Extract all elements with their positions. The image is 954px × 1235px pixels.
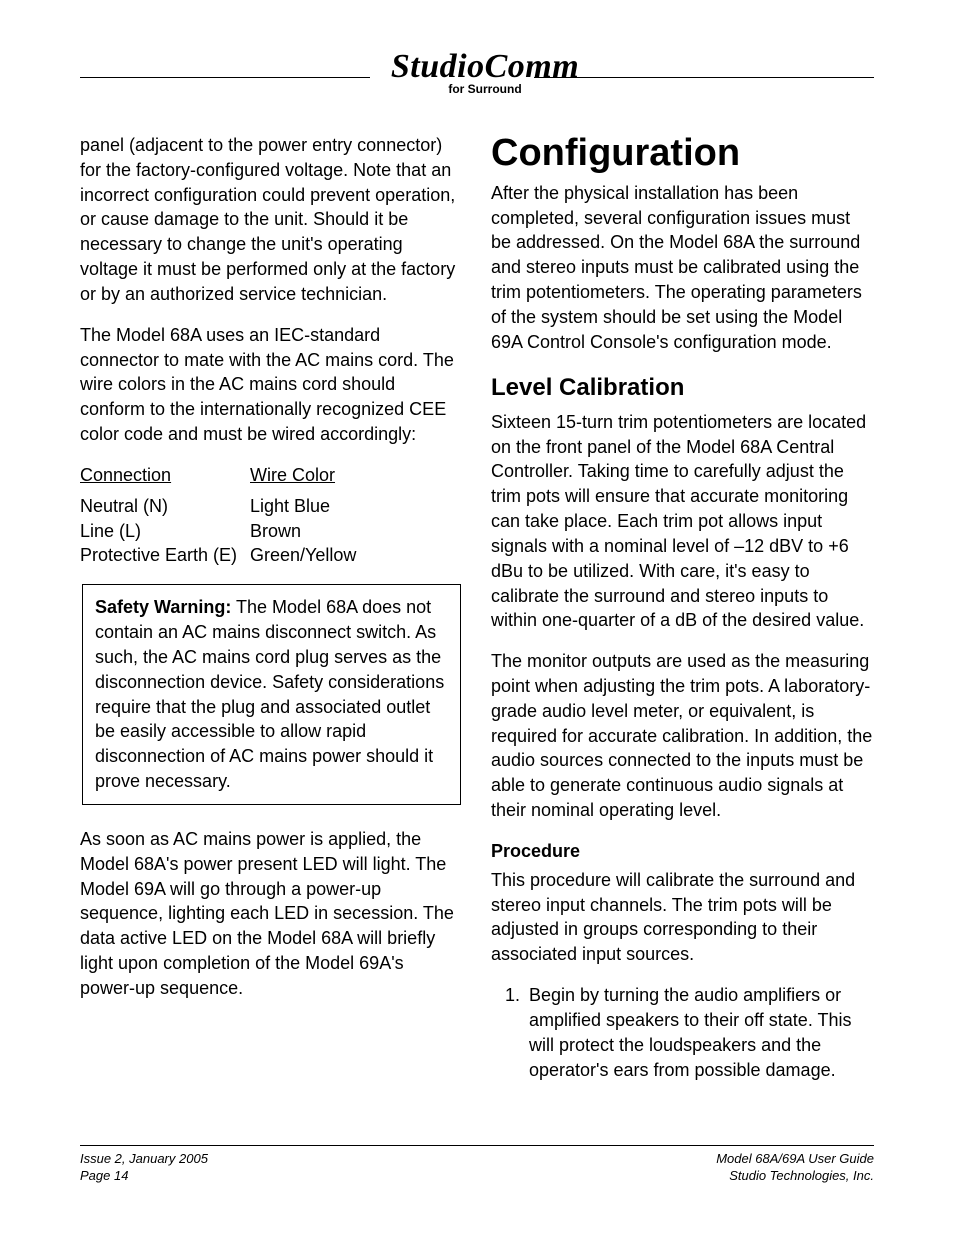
cell-color: Brown (250, 519, 301, 544)
footer-company: Studio Technologies, Inc. (716, 1167, 874, 1185)
warning-body: The Model 68A does not contain an AC mai… (95, 597, 444, 791)
table-row: Line (L) Brown (80, 519, 463, 544)
footer-rule (80, 1145, 874, 1146)
warning-label: Safety Warning: (95, 597, 231, 617)
footer-page-number: Page 14 (80, 1167, 208, 1185)
footer-left: Issue 2, January 2005 Page 14 (80, 1150, 208, 1185)
right-column: Configuration After the physical install… (491, 133, 874, 1094)
body-paragraph: This procedure will calibrate the surrou… (491, 868, 874, 967)
safety-warning-box: Safety Warning: The Model 68A does not c… (82, 584, 461, 805)
list-item: Begin by turning the audio amplifiers or… (525, 983, 874, 1082)
header-rule-left (80, 77, 370, 78)
content-columns: panel (adjacent to the power entry conne… (80, 133, 874, 1094)
cell-connection: Neutral (N) (80, 494, 250, 519)
body-paragraph: The monitor outputs are used as the meas… (491, 649, 874, 823)
body-paragraph: As soon as AC mains power is applied, th… (80, 827, 463, 1001)
body-paragraph: panel (adjacent to the power entry conne… (80, 133, 463, 307)
subsection-heading-level-calibration: Level Calibration (491, 371, 874, 404)
procedure-list: Begin by turning the audio amplifiers or… (491, 983, 874, 1082)
body-paragraph: The Model 68A uses an IEC-standard conne… (80, 323, 463, 447)
brand-main-text: StudioComm (385, 50, 585, 84)
section-heading-configuration: Configuration (491, 133, 874, 175)
body-paragraph: Sixteen 15-turn trim potentiometers are … (491, 410, 874, 633)
cell-color: Light Blue (250, 494, 330, 519)
table-header-connection: Connection (80, 463, 250, 488)
table-header-wire-color: Wire Color (250, 463, 335, 488)
cell-connection: Line (L) (80, 519, 250, 544)
table-row: Neutral (N) Light Blue (80, 494, 463, 519)
page-footer: Issue 2, January 2005 Page 14 Model 68A/… (80, 1145, 874, 1185)
brand-logo: StudioComm for Surround (385, 50, 585, 96)
table-row: Protective Earth (E) Green/Yellow (80, 543, 463, 568)
body-paragraph: After the physical installation has been… (491, 181, 874, 355)
subheading-procedure: Procedure (491, 839, 874, 864)
footer-issue: Issue 2, January 2005 (80, 1150, 208, 1168)
cell-connection: Protective Earth (E) (80, 543, 250, 568)
left-column: panel (adjacent to the power entry conne… (80, 133, 463, 1094)
page-header: StudioComm for Surround (80, 55, 874, 105)
footer-doc-title: Model 68A/69A User Guide (716, 1150, 874, 1168)
footer-right: Model 68A/69A User Guide Studio Technolo… (716, 1150, 874, 1185)
wire-table-header: Connection Wire Color (80, 463, 463, 488)
page: StudioComm for Surround panel (adjacent … (0, 0, 954, 1235)
header-rule-right (534, 77, 874, 78)
cell-color: Green/Yellow (250, 543, 356, 568)
